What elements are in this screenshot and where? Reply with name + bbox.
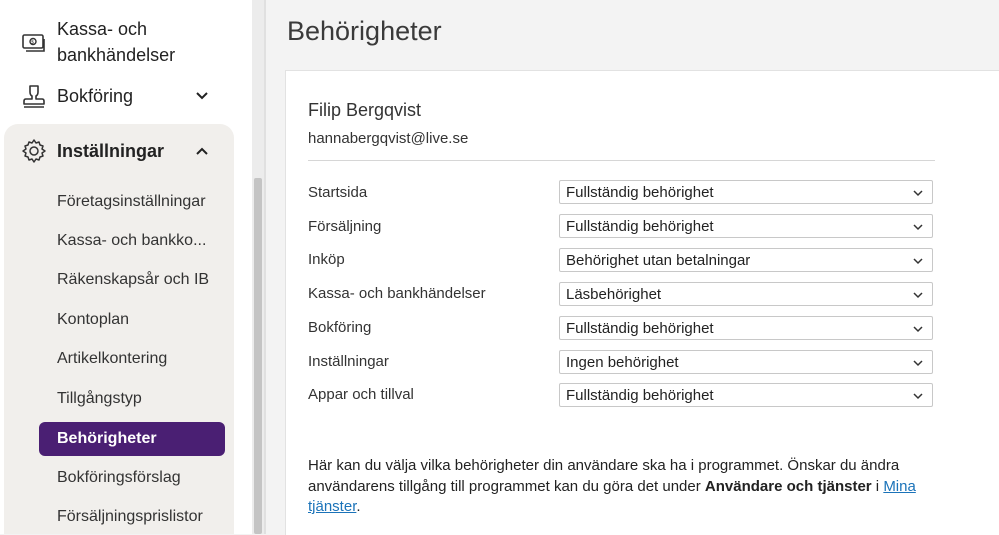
chevron-down-icon: [913, 190, 923, 197]
permission-label-appar-tillval: Appar och tillval: [308, 386, 414, 403]
gear-icon: [22, 139, 46, 163]
sidebar-subitem-label-active: Behörigheter: [57, 430, 157, 447]
select-value: Fullständig behörighet: [566, 218, 714, 235]
scrollbar-thumb[interactable]: [254, 178, 262, 534]
chevron-down-icon: [913, 326, 923, 333]
permission-label-installningar: Inställningar: [308, 353, 389, 370]
chevron-down-icon: [913, 224, 923, 231]
select-value: Fullständig behörighet: [566, 387, 714, 404]
sidebar-subitem-tillgangstyp[interactable]: Tillgångstyp: [57, 389, 142, 409]
sidebar-subitem-kontoplan[interactable]: Kontoplan: [57, 310, 129, 330]
chevron-down-icon: [913, 258, 923, 265]
permission-select-installningar[interactable]: Ingen behörighet: [559, 350, 933, 374]
stamp-icon: [23, 85, 45, 108]
permission-select-inkop[interactable]: Behörighet utan betalningar: [559, 248, 933, 272]
permission-label-kassa-bankhandelser: Kassa- och bankhändelser: [308, 285, 486, 302]
sidebar-scrollbar[interactable]: [252, 0, 264, 534]
chevron-down-icon: [196, 92, 208, 100]
help-text-part: .: [356, 498, 361, 515]
sidebar-subitem-artikelkontering[interactable]: Artikelkontering: [57, 349, 167, 369]
permission-select-kassa-bankhandelser[interactable]: Läsbehörighet: [559, 282, 933, 306]
permission-select-forsaljning[interactable]: Fullständig behörighet: [559, 214, 933, 238]
permission-select-startsida[interactable]: Fullständig behörighet: [559, 180, 933, 204]
chevron-down-icon: [913, 393, 923, 400]
sidebar-item-label: bankhändelser: [57, 45, 176, 65]
user-email: hannabergqvist@live.se: [308, 130, 469, 147]
sidebar-item-kassa-bankhandelser[interactable]: $ Kassa- och bankhändelser: [0, 16, 240, 68]
sidebar-item-bokforing[interactable]: Bokföring: [0, 82, 240, 110]
help-text-bold: Användare och tjänster: [704, 477, 872, 495]
chevron-down-icon: [913, 292, 923, 299]
help-text: Här kan du välja vilka behörigheter din …: [308, 456, 928, 518]
select-value: Ingen behörighet: [566, 354, 679, 371]
sidebar-item-installningar[interactable]: Inställningar: [0, 137, 240, 165]
chevron-up-icon: [196, 147, 208, 155]
divider: [264, 0, 266, 534]
page-title: Behörigheter: [287, 16, 442, 46]
permission-label-bokforing: Bokföring: [308, 319, 372, 336]
select-value: Fullständig behörighet: [566, 320, 714, 337]
cash-register-icon: $: [22, 34, 45, 52]
permission-select-bokforing[interactable]: Fullständig behörighet: [559, 316, 933, 340]
sidebar-subitem-kassa-bankkonton[interactable]: Kassa- och bankko...: [57, 231, 206, 251]
sidebar-item-label: Kassa- och: [57, 19, 148, 39]
permission-label-inkop: Inköp: [308, 251, 345, 268]
chevron-down-icon: [913, 360, 923, 367]
svg-text:$: $: [31, 40, 34, 46]
permission-label-forsaljning: Försäljning: [308, 218, 382, 235]
sidebar-subitem-forsaljningsprislistor[interactable]: Försäljningsprislistor: [57, 507, 203, 527]
sidebar: $ Kassa- och bankhändelser Bokföring Ins…: [0, 0, 252, 534]
sidebar-subitem-foretagsinstallningar[interactable]: Företagsinställningar: [57, 192, 206, 212]
select-value: Läsbehörighet: [566, 286, 662, 303]
divider: [308, 160, 935, 161]
select-value: Fullständig behörighet: [566, 184, 714, 201]
user-name: Filip Bergqvist: [308, 100, 422, 120]
help-text-part: i: [871, 477, 884, 495]
select-value: Behörighet utan betalningar: [566, 252, 751, 269]
sidebar-item-label: Inställningar: [57, 141, 165, 161]
sidebar-subitem-rakenskapsar[interactable]: Räkenskapsår och IB: [57, 270, 209, 290]
permission-select-appar-tillval[interactable]: Fullständig behörighet: [559, 383, 933, 407]
sidebar-item-label: Bokföring: [57, 86, 134, 106]
permission-label-startsida: Startsida: [308, 184, 368, 201]
sidebar-subitem-bokforingsforslag[interactable]: Bokföringsförslag: [57, 468, 181, 488]
